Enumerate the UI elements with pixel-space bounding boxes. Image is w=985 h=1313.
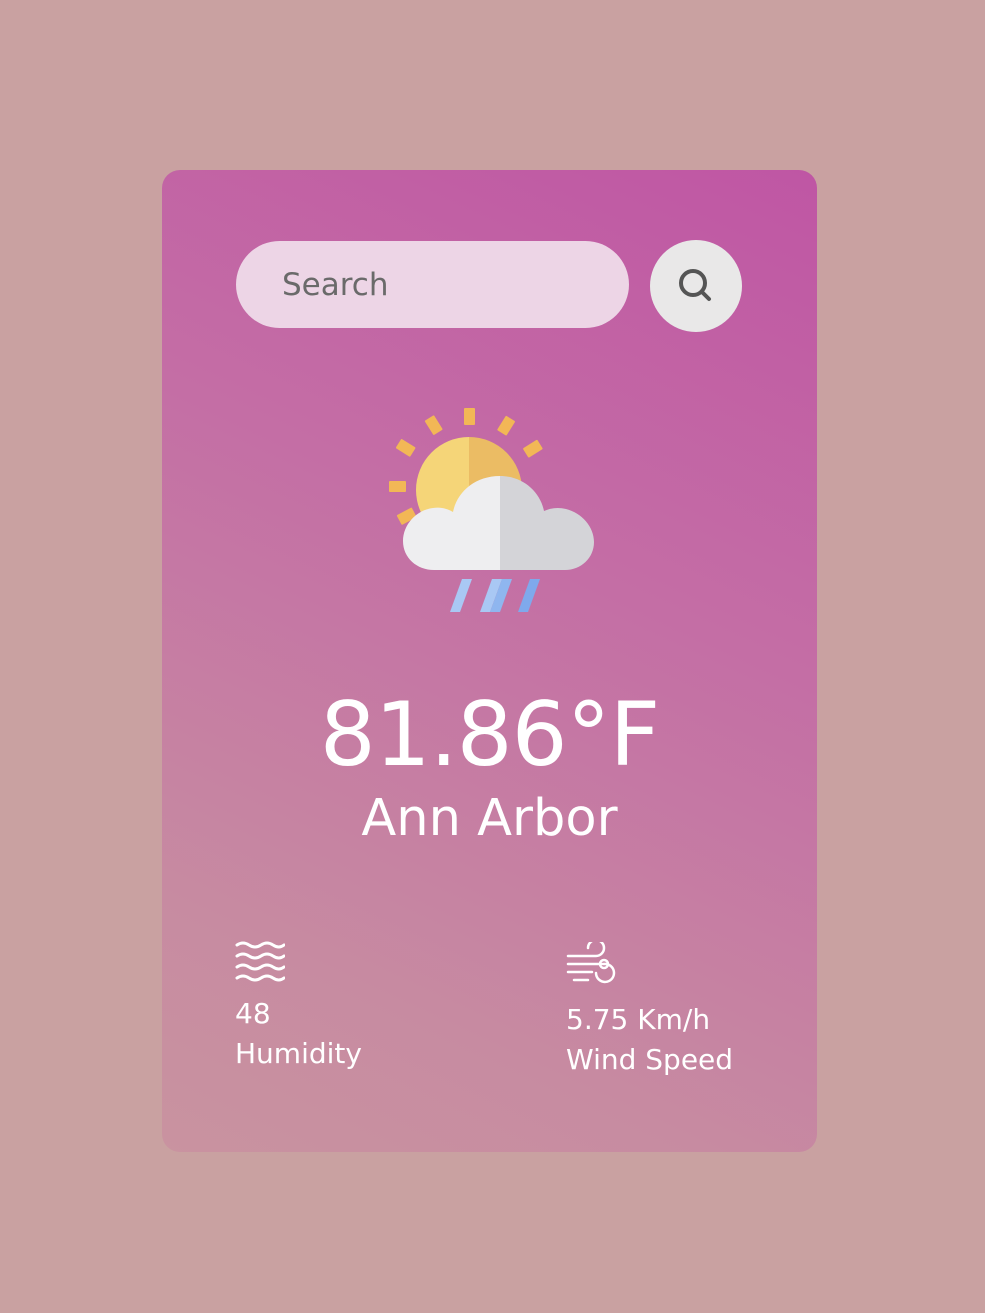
partly-cloudy-rain-icon [389,408,594,612]
humidity-label: Humidity [235,1037,362,1070]
temperature: 81.86°F [319,683,661,786]
humidity-value: 48 [235,997,271,1030]
city-name: Ann Arbor [361,789,618,848]
wind-icon [566,938,616,984]
wind-label: Wind Speed [566,1043,734,1076]
search-input[interactable] [236,241,629,328]
wind-value: 5.75 Km/h [566,1003,711,1036]
weather-card: 81.86°F Ann Arbor 48 Humidity [162,170,817,1152]
wind-stat: 5.75 Km/h Wind Speed [566,938,733,1076]
humidity-waves-icon [235,941,286,982]
search-button[interactable] [650,240,742,332]
search-icon [679,269,711,301]
humidity-stat: 48 Humidity [235,940,362,1070]
